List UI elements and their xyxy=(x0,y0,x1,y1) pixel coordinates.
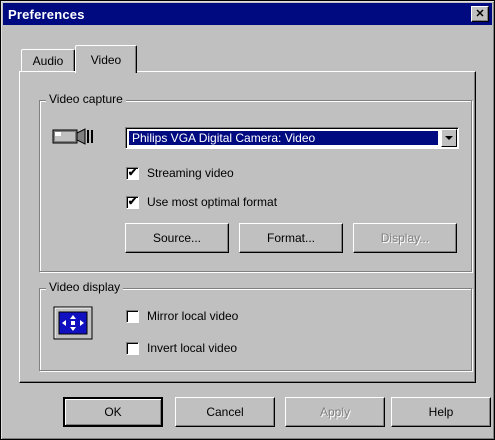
streaming-video-label: Streaming video xyxy=(147,166,234,180)
preferences-window: Preferences ✕ Audio Video Video capture … xyxy=(0,0,495,440)
close-button[interactable]: ✕ xyxy=(471,6,489,22)
invert-video-label: Invert local video xyxy=(147,341,238,355)
help-button-label: Help xyxy=(428,405,454,419)
capture-device-value: Philips VGA Digital Camera: Video xyxy=(129,131,438,145)
dropdown-button[interactable] xyxy=(441,129,457,147)
optimal-format-label: Use most optimal format xyxy=(147,195,278,209)
capture-device-select[interactable]: Philips VGA Digital Camera: Video xyxy=(125,127,459,149)
video-display-group: Video display xyxy=(39,280,472,371)
streaming-video-box[interactable]: ✔ xyxy=(126,166,139,180)
video-capture-legend: Video capture xyxy=(46,92,126,106)
mirror-video-checkbox[interactable]: Mirror local video xyxy=(126,309,238,323)
ok-button[interactable]: OK xyxy=(63,397,163,427)
tab-video[interactable]: Video xyxy=(75,45,137,73)
cancel-button-label: Cancel xyxy=(206,405,244,419)
help-button[interactable]: Help xyxy=(391,397,491,427)
format-button[interactable]: Format... xyxy=(239,223,343,253)
display-button-label: Display... xyxy=(380,231,430,245)
apply-button-label: Apply xyxy=(319,405,351,419)
window-title: Preferences xyxy=(8,6,85,22)
apply-button[interactable]: Apply xyxy=(285,397,385,427)
tab-video-label: Video xyxy=(90,52,122,67)
streaming-video-checkbox[interactable]: ✔ Streaming video xyxy=(126,166,234,180)
format-button-label: Format... xyxy=(266,231,315,245)
tab-audio[interactable]: Audio xyxy=(21,49,75,71)
video-display-icon xyxy=(53,306,95,342)
tab-audio-label: Audio xyxy=(32,53,64,68)
invert-video-box[interactable] xyxy=(126,341,139,355)
check-mark-icon: ✔ xyxy=(127,166,138,179)
invert-video-checkbox[interactable]: Invert local video xyxy=(126,341,237,355)
check-mark-icon: ✔ xyxy=(127,195,138,208)
optimal-format-box[interactable]: ✔ xyxy=(126,195,139,209)
source-button-label: Source... xyxy=(152,231,202,245)
mirror-video-box[interactable] xyxy=(126,309,139,323)
display-button[interactable]: Display... xyxy=(353,223,457,253)
ok-button-label: OK xyxy=(104,405,122,419)
optimal-format-checkbox[interactable]: ✔ Use most optimal format xyxy=(126,195,277,209)
title-bar[interactable]: Preferences ✕ xyxy=(3,3,492,25)
mirror-video-label: Mirror local video xyxy=(147,309,239,323)
close-icon: ✕ xyxy=(475,7,485,20)
cancel-button[interactable]: Cancel xyxy=(175,397,275,427)
chevron-down-icon xyxy=(445,134,453,143)
video-display-legend: Video display xyxy=(46,280,124,294)
camera-icon xyxy=(51,124,95,148)
source-button[interactable]: Source... xyxy=(125,223,229,253)
